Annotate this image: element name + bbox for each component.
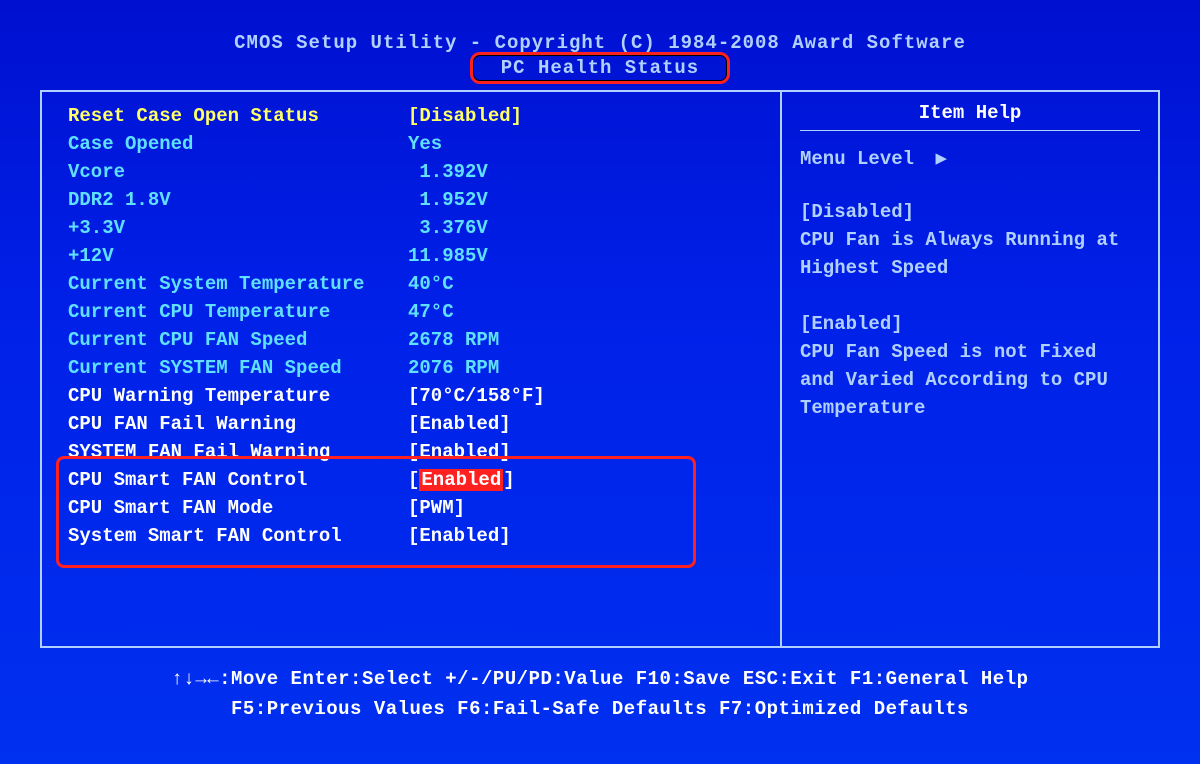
setting-label: Vcore	[68, 158, 408, 186]
setting-row: +12V11.985V	[68, 242, 762, 270]
menu-level: Menu Level ▶	[800, 147, 1140, 170]
setting-row: Case OpenedYes	[68, 130, 762, 158]
help-body: CPU Fan is Always Running at Highest Spe…	[800, 226, 1140, 282]
setting-value[interactable]: [Enabled]	[408, 410, 511, 438]
setting-label: System Smart FAN Control	[68, 522, 408, 550]
setting-value[interactable]: [PWM]	[408, 494, 465, 522]
setting-value: 2076 RPM	[408, 354, 499, 382]
setting-row: Current CPU Temperature47°C	[68, 298, 762, 326]
setting-label: CPU Warning Temperature	[68, 382, 408, 410]
setting-row: Current SYSTEM FAN Speed2076 RPM	[68, 354, 762, 382]
help-divider	[800, 130, 1140, 131]
help-title: Item Help	[800, 102, 1140, 124]
setting-value: 2678 RPM	[408, 326, 499, 354]
help-body: CPU Fan Speed is not Fixed and Varied Ac…	[800, 338, 1140, 422]
selected-value[interactable]: Enabled	[419, 469, 503, 491]
bracket-close: ]	[503, 469, 514, 491]
setting-label: Reset Case Open Status	[68, 102, 408, 130]
help-heading: [Disabled]	[800, 198, 1140, 226]
setting-value[interactable]: [Disabled]	[408, 102, 522, 130]
setting-value: 1.952V	[408, 186, 488, 214]
chevron-right-icon: ▶	[935, 147, 946, 170]
setting-label: +12V	[68, 242, 408, 270]
setting-label: Current CPU Temperature	[68, 298, 408, 326]
setting-label: Case Opened	[68, 130, 408, 158]
page-subtitle: PC Health Status	[470, 52, 730, 84]
setting-value: 40°C	[408, 270, 454, 298]
setting-label: Current CPU FAN Speed	[68, 326, 408, 354]
header-title: CMOS Setup Utility - Copyright (C) 1984-…	[40, 32, 1160, 54]
setting-value[interactable]: [Enabled]	[408, 522, 511, 550]
setting-label: CPU FAN Fail Warning	[68, 410, 408, 438]
bios-screen: CMOS Setup Utility - Copyright (C) 1984-…	[0, 0, 1200, 764]
setting-value: 1.392V	[408, 158, 488, 186]
setting-row: Current System Temperature40°C	[68, 270, 762, 298]
menu-level-label: Menu Level	[800, 148, 914, 170]
setting-value: 47°C	[408, 298, 454, 326]
setting-value[interactable]: [Enabled]	[408, 466, 515, 494]
help-heading: [Enabled]	[800, 310, 1140, 338]
setting-row[interactable]: CPU Warning Temperature[70°C/158°F]	[68, 382, 762, 410]
footer-line-1: ↑↓→←:Move Enter:Select +/-/PU/PD:Value F…	[40, 664, 1160, 694]
setting-row[interactable]: System Smart FAN Control[Enabled]	[68, 522, 762, 550]
setting-row: Vcore 1.392V	[68, 158, 762, 186]
setting-value: Yes	[408, 130, 442, 158]
setting-label: +3.3V	[68, 214, 408, 242]
setting-row: +3.3V 3.376V	[68, 214, 762, 242]
panels: Reset Case Open Status[Disabled]Case Ope…	[40, 90, 1160, 648]
setting-value[interactable]: [70°C/158°F]	[408, 382, 545, 410]
setting-label: SYSTEM FAN Fail Warning	[68, 438, 408, 466]
help-block: [Disabled]CPU Fan is Always Running at H…	[800, 198, 1140, 282]
help-block: [Enabled]CPU Fan Speed is not Fixed and …	[800, 310, 1140, 422]
setting-row: DDR2 1.8V 1.952V	[68, 186, 762, 214]
setting-value[interactable]: [Enabled]	[408, 438, 511, 466]
setting-value: 11.985V	[408, 242, 488, 270]
bracket-open: [	[408, 469, 419, 491]
help-panel: Item Help Menu Level ▶ [Disabled]CPU Fan…	[780, 92, 1158, 646]
footer-line-2: F5:Previous Values F6:Fail-Safe Defaults…	[40, 694, 1160, 724]
setting-row[interactable]: CPU Smart FAN Mode[PWM]	[68, 494, 762, 522]
footer-hints: ↑↓→←:Move Enter:Select +/-/PU/PD:Value F…	[40, 664, 1160, 724]
setting-label: CPU Smart FAN Control	[68, 466, 408, 494]
setting-label: CPU Smart FAN Mode	[68, 494, 408, 522]
setting-row[interactable]: CPU Smart FAN Control[Enabled]	[68, 466, 762, 494]
setting-row[interactable]: Reset Case Open Status[Disabled]	[68, 102, 762, 130]
settings-panel: Reset Case Open Status[Disabled]Case Ope…	[42, 92, 780, 646]
setting-row: Current CPU FAN Speed2678 RPM	[68, 326, 762, 354]
setting-label: Current System Temperature	[68, 270, 408, 298]
subtitle-wrap: PC Health Status	[40, 52, 1160, 84]
setting-label: DDR2 1.8V	[68, 186, 408, 214]
setting-row[interactable]: CPU FAN Fail Warning[Enabled]	[68, 410, 762, 438]
setting-row[interactable]: SYSTEM FAN Fail Warning[Enabled]	[68, 438, 762, 466]
setting-value: 3.376V	[408, 214, 488, 242]
setting-label: Current SYSTEM FAN Speed	[68, 354, 408, 382]
